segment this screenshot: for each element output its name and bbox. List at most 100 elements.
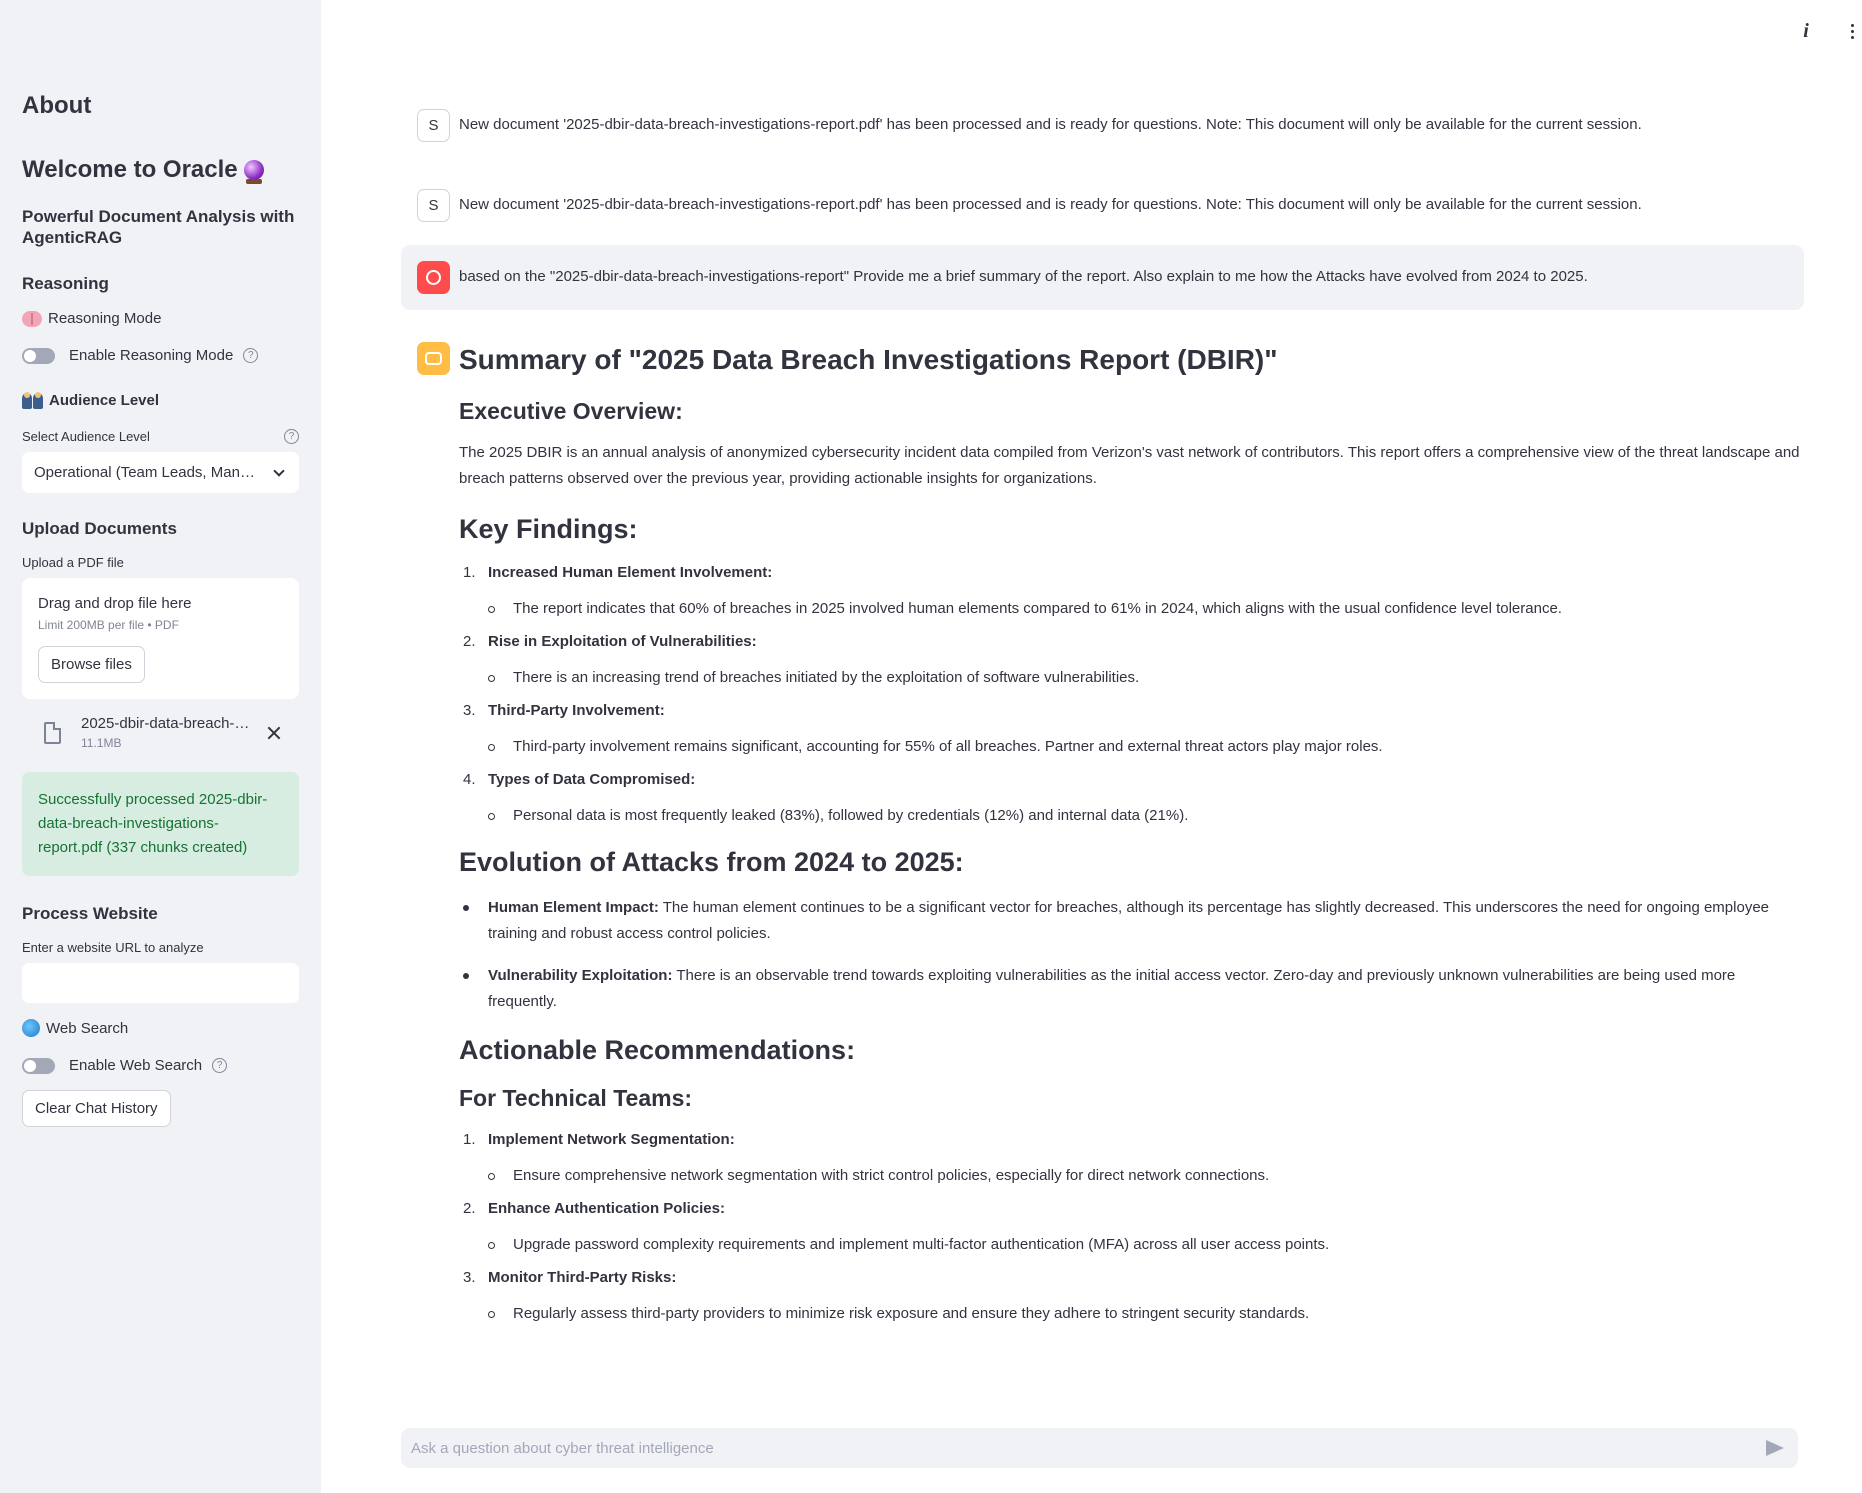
reasoning-mode-text: Reasoning Mode: [48, 310, 162, 327]
recommendation-detail: Upgrade password complexity requirements…: [488, 1234, 1804, 1256]
finding-item: 4. Types of Data Compromised:: [459, 769, 1804, 791]
system-message: S New document '2025-dbir-data-breach-in…: [417, 109, 1804, 142]
reasoning-heading: Reasoning: [22, 274, 109, 293]
user-avatar-icon: [417, 261, 450, 294]
file-size: 11.1MB: [81, 736, 122, 750]
recommendation-item: 3. Monitor Third-Party Risks:: [459, 1267, 1804, 1289]
user-message: based on the "2025-dbir-data-breach-inve…: [401, 245, 1804, 310]
sidebar-subtitle: Powerful Document Analysis with AgenticR…: [22, 207, 295, 247]
audience-select[interactable]: Operational (Team Leads, Man…: [22, 452, 299, 493]
web-search-toggle-label: Enable Web Search: [69, 1057, 203, 1074]
finding-item: 3. Third-Party Involvement:: [459, 700, 1804, 722]
assistant-message: Summary of "2025 Data Breach Investigati…: [417, 342, 1804, 1336]
recommendation-title: Enhance Authentication Policies:: [488, 1200, 725, 1217]
finding-detail: There is an increasing trend of breaches…: [488, 667, 1804, 689]
recommendation-number: 3.: [463, 1269, 476, 1286]
finding-number: 2.: [463, 633, 476, 650]
response-title: Summary of "2025 Data Breach Investigati…: [459, 344, 1278, 375]
browse-files-button[interactable]: Browse files: [38, 646, 145, 683]
web-search-toggle-row[interactable]: Enable Web Search ?: [22, 1057, 299, 1074]
evolution-text: Human Element Impact: The human element …: [488, 895, 1804, 947]
bullet: [463, 905, 469, 911]
finding-detail: The report indicates that 60% of breache…: [488, 598, 1804, 620]
file-dropzone[interactable]: Drag and drop file here Limit 200MB per …: [22, 578, 299, 699]
finding-detail-text: Personal data is most frequently leaked …: [513, 807, 1189, 824]
sidebar: About Welcome to Oracle Powerful Documen…: [0, 0, 321, 1493]
finding-detail-text: Third-party involvement remains signific…: [513, 738, 1383, 755]
circle-bullet: [488, 1311, 495, 1318]
help-icon[interactable]: ?: [284, 429, 299, 444]
web-search-toggle[interactable]: [22, 1057, 55, 1074]
audience-heading: Audience Level: [22, 391, 299, 409]
audience-heading-text: Audience Level: [49, 392, 160, 409]
globe-icon: [22, 1019, 40, 1037]
evolution-text: Vulnerability Exploitation: There is an …: [488, 963, 1804, 1015]
technical-teams-heading: For Technical Teams:: [459, 1085, 693, 1111]
reasoning-toggle[interactable]: [22, 347, 55, 364]
website-url-input[interactable]: [22, 963, 299, 1003]
executive-overview-text: The 2025 DBIR is an annual analysis of a…: [459, 444, 1800, 487]
help-icon[interactable]: ?: [212, 1058, 228, 1073]
finding-number: 1.: [463, 564, 476, 581]
chat-area: S New document '2025-dbir-data-breach-in…: [401, 100, 1804, 1336]
bullet: [463, 973, 469, 979]
file-meta: 2025-dbir-data-breach-… 11.1MB: [81, 715, 261, 750]
evolution-title: Vulnerability Exploitation:: [488, 967, 673, 984]
recommendation-detail: Ensure comprehensive network segmentatio…: [488, 1165, 1804, 1187]
assistant-message-body: Summary of "2025 Data Breach Investigati…: [459, 342, 1804, 1336]
finding-number: 3.: [463, 702, 476, 719]
remove-file-icon[interactable]: [267, 726, 281, 740]
chat-input-bar: [401, 1428, 1798, 1468]
brain-icon: [22, 310, 42, 327]
audience-select-label: Select Audience Level ?: [22, 429, 299, 444]
sidebar-about-heading: About: [22, 92, 92, 119]
evolution-item: Human Element Impact: The human element …: [459, 895, 1804, 947]
help-icon[interactable]: ?: [243, 348, 259, 363]
upload-success-alert: Successfully processed 2025-dbir-data-br…: [22, 772, 299, 876]
reasoning-toggle-row[interactable]: Enable Reasoning Mode ?: [22, 347, 299, 364]
website-label-text: Enter a website URL to analyze: [22, 940, 204, 955]
chat-input[interactable]: [411, 1439, 1766, 1457]
recommendation-number: 1.: [463, 1131, 476, 1148]
key-findings-heading: Key Findings:: [459, 514, 638, 544]
recommendation-item: 2. Enhance Authentication Policies:: [459, 1198, 1804, 1220]
evolution-heading: Evolution of Attacks from 2024 to 2025:: [459, 847, 964, 877]
file-name: 2025-dbir-data-breach-…: [81, 715, 250, 732]
system-avatar: S: [417, 109, 450, 142]
evolution-body: There is an observable trend towards exp…: [488, 967, 1736, 1010]
recommendation-detail-text: Upgrade password complexity requirements…: [513, 1236, 1330, 1253]
circle-bullet: [488, 1242, 495, 1249]
system-message: S New document '2025-dbir-data-breach-in…: [417, 189, 1804, 222]
file-icon: [44, 721, 61, 744]
assistant-avatar-icon: [417, 342, 450, 375]
send-icon[interactable]: [1766, 1440, 1784, 1456]
finding-title: Increased Human Element Involvement:: [488, 564, 773, 581]
circle-bullet: [488, 1173, 495, 1180]
kebab-menu-icon[interactable]: [1842, 24, 1862, 39]
system-avatar: S: [417, 189, 450, 222]
finding-item: 2. Rise in Exploitation of Vulnerabiliti…: [459, 631, 1804, 653]
website-heading: Process Website: [22, 904, 158, 923]
finding-number: 4.: [463, 771, 476, 788]
evolution-title: Human Element Impact:: [488, 899, 659, 916]
finding-detail-text: There is an increasing trend of breaches…: [513, 669, 1140, 686]
web-search-text: Web Search: [46, 1019, 129, 1037]
clear-chat-history-button[interactable]: Clear Chat History: [22, 1090, 171, 1127]
crystal-ball-icon: [243, 160, 264, 184]
recommendation-title: Monitor Third-Party Risks:: [488, 1269, 677, 1286]
circle-bullet: [488, 675, 495, 682]
dropzone-limit: Limit 200MB per file • PDF: [38, 618, 179, 632]
circle-bullet: [488, 744, 495, 751]
info-icon[interactable]: i: [1794, 20, 1818, 43]
finding-title: Types of Data Compromised:: [488, 771, 696, 788]
recommendation-item: 1. Implement Network Segmentation:: [459, 1129, 1804, 1151]
executive-overview-heading: Executive Overview:: [459, 398, 683, 424]
welcome-heading: Welcome to Oracle: [22, 156, 299, 184]
system-message-text: New document '2025-dbir-data-breach-inve…: [459, 196, 1642, 213]
user-message-text: based on the "2025-dbir-data-breach-inve…: [459, 268, 1588, 285]
audience-select-value: Operational (Team Leads, Man…: [34, 464, 255, 481]
system-message-text: New document '2025-dbir-data-breach-inve…: [459, 116, 1642, 133]
finding-detail: Personal data is most frequently leaked …: [488, 805, 1804, 827]
recommendations-heading: Actionable Recommendations:: [459, 1035, 856, 1065]
top-toolbar: i: [1794, 20, 1862, 43]
